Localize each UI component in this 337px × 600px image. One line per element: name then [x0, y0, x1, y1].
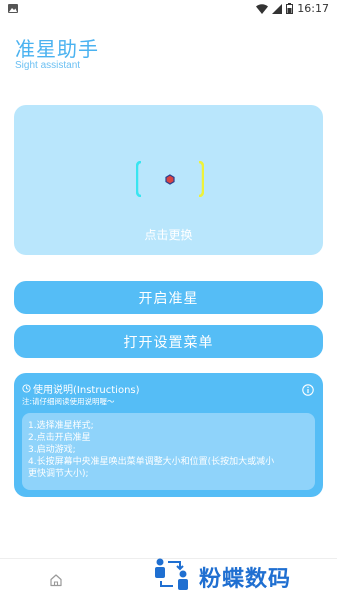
instruction-step: 更快调节大小); [28, 469, 89, 479]
open-settings-menu-button[interactable]: 打开设置菜单 [14, 325, 323, 358]
instruction-step: 3.启动游戏; [28, 445, 76, 455]
instructions-title-text: 使用说明(Instructions) [33, 385, 140, 396]
instruction-step: 2.点击开启准星 [28, 433, 91, 443]
status-time: 16:17 [297, 2, 329, 15]
wifi-icon [256, 3, 269, 14]
signal-icon [272, 3, 283, 14]
home-icon[interactable] [49, 573, 63, 587]
instruction-step: 4.长按屏幕中央准星唤出菜单调整大小和位置(长按加大或减小 [28, 457, 275, 467]
change-crosshair-label[interactable]: 点击更换 [0, 226, 337, 243]
crosshair-preview[interactable] [136, 161, 204, 197]
watermark-text: 粉蝶数码 [199, 567, 292, 592]
app-subtitle: Sight assistant [15, 60, 81, 71]
info-icon[interactable] [302, 384, 314, 396]
status-icons: 16:17 [256, 2, 329, 15]
open-crosshair-button[interactable]: 开启准星 [14, 281, 323, 314]
app-title: 准星助手 [15, 37, 99, 61]
status-bar: 16:17 [0, 0, 337, 18]
instructions-steps-box: 1.选择准星样式; 2.点击开启准星 3.启动游戏; 4.长按屏幕中央准星唤出菜… [22, 413, 315, 490]
clock-icon [22, 384, 31, 393]
instructions-note: 注:请仔细阅读使用说明喔〜 [22, 397, 115, 406]
battery-icon [286, 3, 294, 14]
instructions-title: 使用说明(Instructions) [22, 381, 140, 396]
image-icon [8, 4, 18, 13]
instruction-step: 1.选择准星样式; [28, 421, 94, 431]
